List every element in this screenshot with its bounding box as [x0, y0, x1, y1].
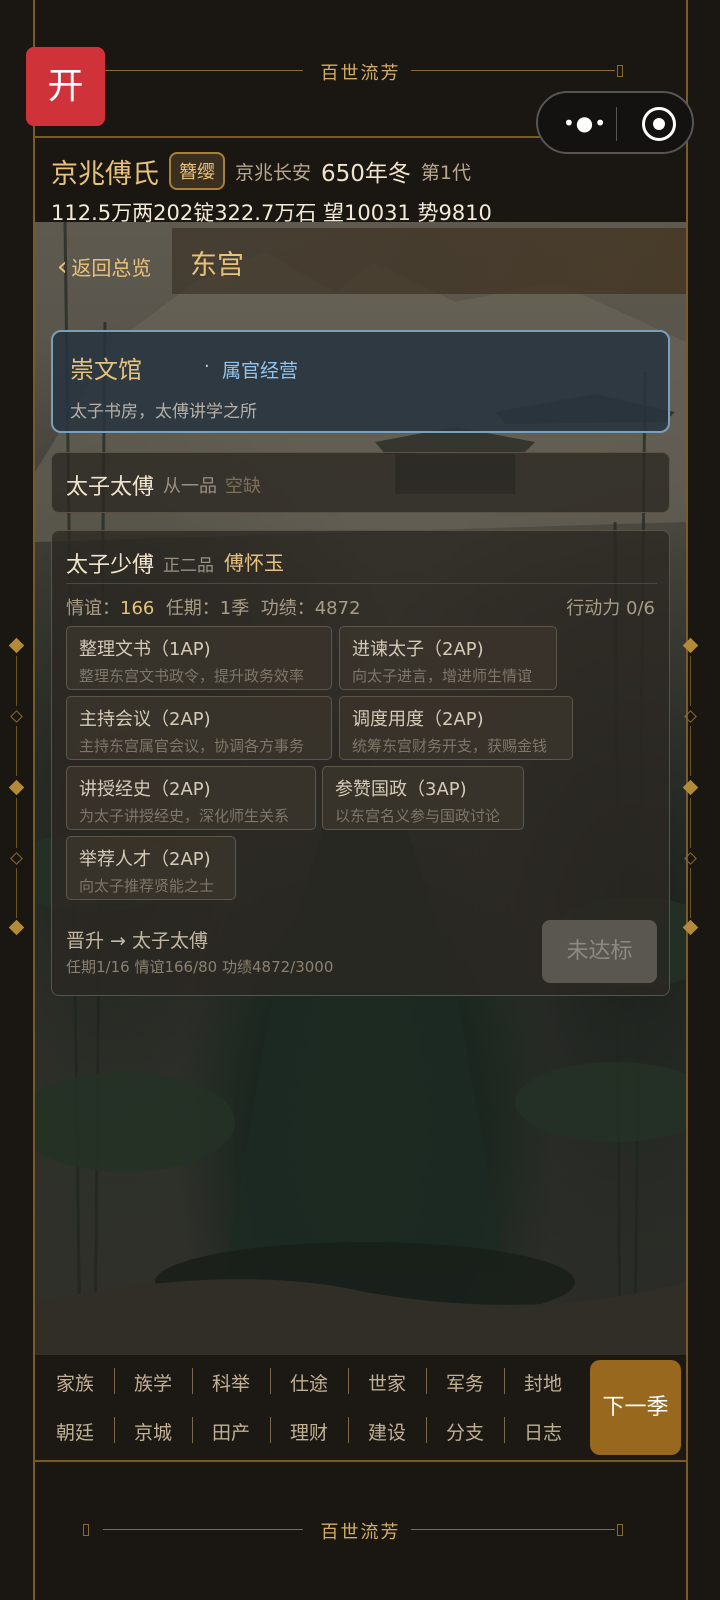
- action-recommend-talent[interactable]: 举荐人才（2AP) 向太子推荐贤能之士: [66, 836, 236, 900]
- section-title: 东宫: [190, 250, 244, 281]
- nav-family[interactable]: 家族: [45, 1369, 105, 1395]
- year-season: 650年冬: [321, 161, 411, 187]
- favor-value: 166: [120, 598, 155, 619]
- nav-noble-houses[interactable]: 世家: [357, 1369, 417, 1395]
- post-status: 空缺: [225, 476, 261, 497]
- nav-exam[interactable]: 科举: [201, 1369, 261, 1395]
- chevron-left-icon: ‹: [57, 252, 68, 282]
- place-name: 京兆长安: [235, 161, 312, 184]
- nav-construction[interactable]: 建设: [357, 1418, 417, 1444]
- left-ornament: [7, 637, 27, 940]
- post-grade: 从一品: [163, 476, 217, 497]
- action-advise-state[interactable]: 参赞国政（3AP) 以东宫名义参与国政讨论: [322, 766, 524, 830]
- post-card-active: 太子少傅 正二品 傅怀玉 情谊：166 任期：1季 功绩：4872 行动力 0/…: [51, 530, 670, 996]
- post-stats: 情谊：166 任期：1季 功绩：4872: [66, 598, 361, 619]
- nav-fief[interactable]: 封地: [513, 1369, 573, 1395]
- nav-military[interactable]: 军务: [435, 1369, 495, 1395]
- merit: 功绩：4872: [260, 598, 361, 619]
- nav-log[interactable]: 日志: [513, 1418, 573, 1444]
- back-label: 返回总览: [71, 256, 152, 280]
- nav-capital[interactable]: 京城: [123, 1418, 183, 1444]
- section-title-bar: [172, 228, 686, 294]
- nav-branches[interactable]: 分支: [435, 1418, 495, 1444]
- frame-bottom-divider: [33, 1460, 688, 1462]
- nav-career[interactable]: 仕途: [279, 1369, 339, 1395]
- office-name: 崇文馆: [70, 356, 142, 384]
- banner-title: 百世流芳: [320, 63, 401, 84]
- office-tag: 属官经营: [222, 360, 299, 382]
- action-admonish-prince[interactable]: 进谏太子（2AP) 向太子进言，增进师生情谊: [339, 626, 557, 690]
- rank-badge: 簪缨: [169, 152, 225, 190]
- post-title: 太子少傅: [66, 553, 155, 578]
- nav-court[interactable]: 朝廷: [45, 1418, 105, 1444]
- top-banner: 百世流芳: [35, 51, 686, 91]
- promotion-requirements: 任期1/16 情谊166/80 功绩4872/3000: [66, 958, 334, 976]
- close-target-icon[interactable]: [642, 107, 676, 141]
- action-points: 行动力 0/6: [566, 598, 655, 619]
- mini-program-capsule: •●•: [536, 91, 694, 154]
- action-host-meeting[interactable]: 主持会议（2AP) 主持东宫属官会议，协调各方事务: [66, 696, 332, 760]
- post-holder[interactable]: 傅怀玉: [224, 547, 284, 576]
- banner-title: 百世流芳: [320, 1522, 401, 1543]
- back-button[interactable]: ‹ 返回总览: [57, 252, 151, 282]
- post-grade: 正二品: [163, 556, 214, 576]
- office-description: 太子书房，太傅讲学之所: [70, 402, 257, 422]
- more-icon[interactable]: •●•: [560, 109, 610, 137]
- term: 任期：1季: [165, 598, 250, 619]
- right-ornament: [681, 637, 701, 940]
- nav-estates[interactable]: 田产: [201, 1418, 261, 1444]
- action-manage-expenses[interactable]: 调度用度（2AP) 统筹东宫财务开支，获赐金钱: [339, 696, 573, 760]
- open-button[interactable]: 开: [26, 47, 105, 126]
- generation: 第1代: [420, 161, 472, 184]
- clan-header: 京兆傅氏 簪缨 京兆长安 650年冬 第1代: [51, 151, 471, 191]
- bottom-banner: 百世流芳: [35, 1510, 686, 1550]
- office-card[interactable]: 崇文馆 · 属官经营 太子书房，太傅讲学之所: [51, 330, 670, 433]
- clan-name: 京兆傅氏: [51, 158, 159, 190]
- post-card-vacant[interactable]: 太子太傅 从一品 空缺: [51, 452, 670, 513]
- promotion-title: 晋升 → 太子太傅: [66, 930, 208, 952]
- next-season-button[interactable]: 下一季: [590, 1360, 681, 1455]
- nav-finance[interactable]: 理财: [279, 1418, 339, 1444]
- bottom-nav: 家族 族学 科举 仕途 世家 军务 封地 朝廷 京城 田产 理财 建设 分支 日…: [35, 1356, 686, 1460]
- promotion-button[interactable]: 未达标: [542, 920, 657, 983]
- nav-clan-school[interactable]: 族学: [123, 1369, 183, 1395]
- action-organize-documents[interactable]: 整理文书（1AP) 整理东宫文书政令，提升政务效率: [66, 626, 332, 690]
- post-title: 太子太傅: [66, 475, 155, 500]
- action-teach-classics[interactable]: 讲授经史（2AP) 为太子讲授经史，深化师生关系: [66, 766, 316, 830]
